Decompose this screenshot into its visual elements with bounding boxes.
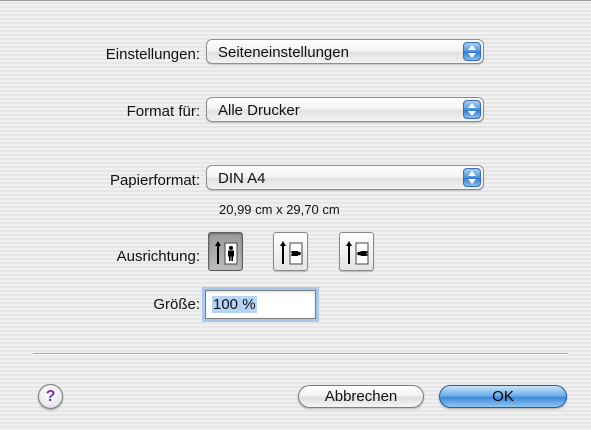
help-button[interactable]: ? — [38, 384, 63, 409]
settings-label: Einstellungen: — [105, 46, 200, 63]
paper-size-popup-value: DIN A4 — [218, 170, 266, 187]
popup-updown-arrows-icon — [463, 168, 481, 187]
cancel-button[interactable]: Abbrechen — [298, 385, 424, 408]
format-for-popup[interactable]: Alle Drucker — [206, 97, 484, 122]
orientation-label: Ausrichtung: — [116, 248, 200, 265]
window-top-border — [0, 0, 591, 1]
scale-input-value: 100 % — [212, 296, 257, 313]
scale-label: Größe: — [153, 296, 200, 313]
landscape-orientation-icon — [280, 241, 303, 265]
settings-popup[interactable]: Seiteneinstellungen — [206, 39, 484, 64]
popup-updown-arrows-icon — [463, 100, 481, 119]
paper-size-label: Papierformat: — [109, 172, 200, 189]
format-for-label: Format für: — [126, 103, 200, 120]
paper-size-popup[interactable]: DIN A4 — [206, 165, 484, 190]
orientation-portrait-button[interactable] — [208, 232, 243, 271]
orientation-reverse-landscape-button[interactable] — [339, 232, 374, 271]
format-for-popup-value: Alle Drucker — [218, 102, 300, 119]
scale-input[interactable]: 100 % — [205, 290, 316, 319]
reverse-landscape-orientation-icon — [346, 241, 369, 265]
popup-updown-arrows-icon — [463, 42, 481, 61]
settings-popup-value: Seiteneinstellungen — [218, 44, 349, 61]
portrait-orientation-icon — [215, 241, 238, 265]
ok-button[interactable]: OK — [439, 385, 567, 408]
orientation-landscape-button[interactable] — [273, 232, 308, 271]
separator — [33, 353, 568, 355]
paper-dimensions-text: 20,99 cm x 29,70 cm — [219, 202, 340, 217]
